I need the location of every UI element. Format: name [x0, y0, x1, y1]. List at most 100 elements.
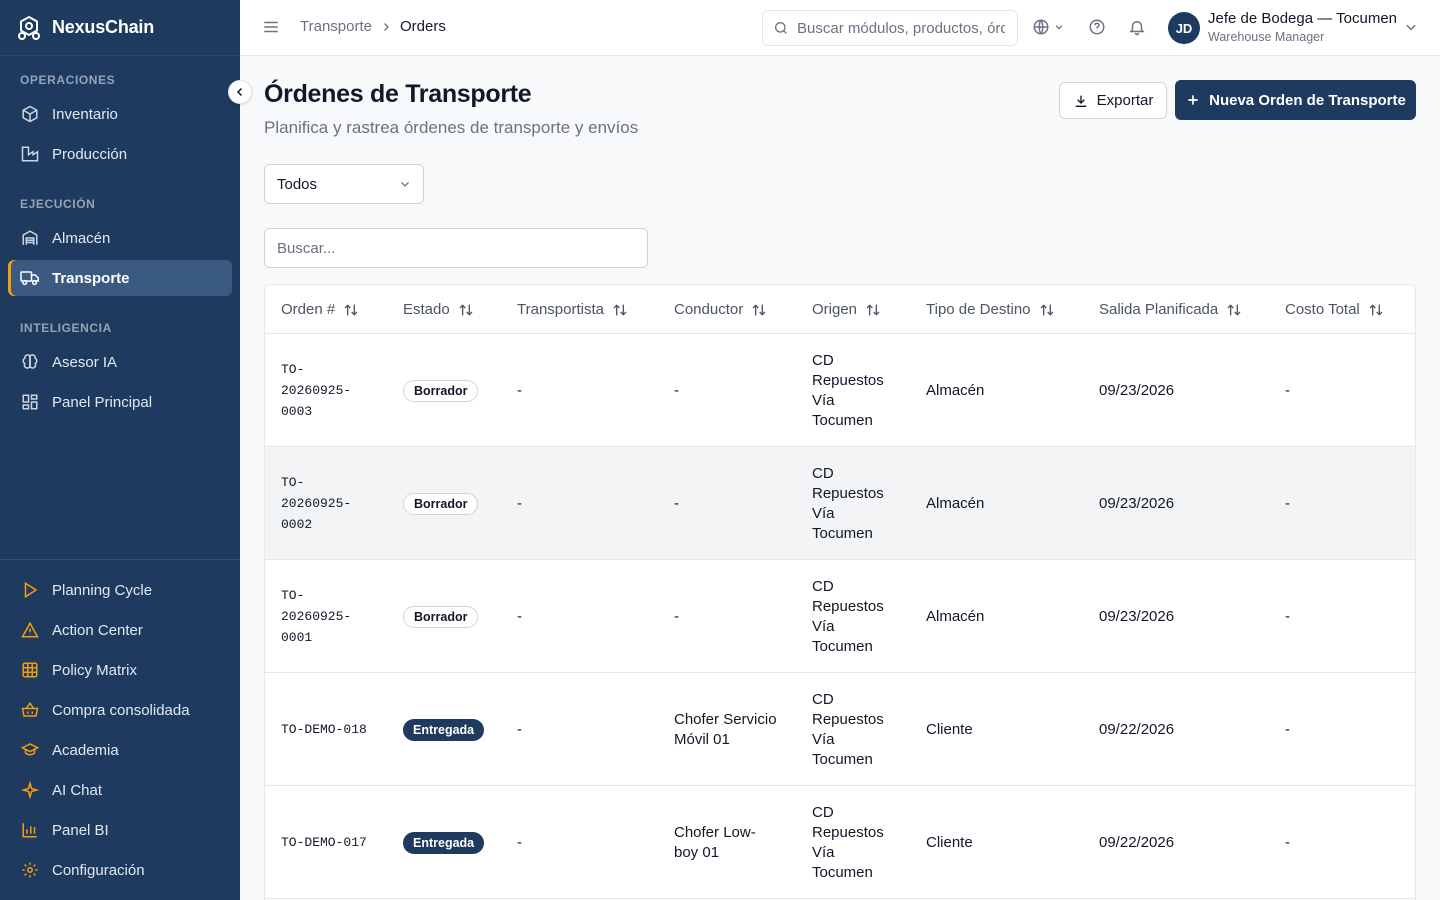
cell-planned-departure: 09/23/2026 — [1099, 494, 1175, 512]
cell-destination-type: Almacén — [926, 494, 985, 512]
cell-driver: Chofer Low-boy 01 — [674, 786, 756, 899]
warning-icon — [20, 620, 40, 640]
sidebar-item-action-center[interactable]: Action Center — [8, 612, 232, 648]
cell-driver: Chofer Servicio Móvil 01 — [674, 673, 777, 786]
sort-icon[interactable] — [458, 302, 474, 318]
cell-line: Tocumen — [812, 524, 873, 542]
sidebar-item-configuracion[interactable]: Configuración — [8, 852, 232, 888]
gear-icon — [20, 860, 40, 880]
status-filter-value: Todos — [277, 175, 318, 193]
chevron-down-icon[interactable] — [1404, 20, 1418, 34]
cell-status: Entregada — [403, 673, 485, 786]
user-menu[interactable]: Jefe de Bodega — Tocumen Warehouse Manag… — [1208, 10, 1397, 44]
sort-icon[interactable] — [751, 302, 767, 318]
avatar[interactable]: JD — [1168, 12, 1200, 44]
column-header-label: Estado — [403, 301, 450, 318]
sidebar-item-panel-principal[interactable]: Panel Principal — [8, 384, 232, 420]
sidebar-item-label: Planning Cycle — [52, 581, 153, 599]
sidebar-item-ai-chat[interactable]: AI Chat — [8, 772, 232, 808]
column-header-departure[interactable]: Salida Planificada — [1099, 285, 1242, 334]
chevron-down-icon — [1054, 22, 1064, 32]
user-name: Jefe de Bodega — Tocumen — [1208, 10, 1398, 27]
cell-total-cost: - — [1285, 607, 1290, 625]
brand[interactable]: NexusChain — [0, 0, 240, 56]
globe-icon — [1032, 18, 1050, 36]
column-header-order[interactable]: Orden # — [281, 285, 359, 334]
sidebar-item-planning-cycle[interactable]: Planning Cycle — [8, 572, 232, 608]
column-header-cost[interactable]: Costo Total — [1285, 285, 1384, 334]
table-row[interactable]: TO-DEMO-018 Entregada - Chofer Servicio Móvi… — [265, 673, 1415, 786]
column-header-dest-type[interactable]: Tipo de Destino — [926, 285, 1055, 334]
column-header-origin[interactable]: Origen — [812, 285, 881, 334]
sidebar-item-produccion[interactable]: Producción — [8, 136, 232, 172]
cell-planned-departure: 09/23/2026 — [1099, 381, 1175, 399]
cell-order-number: TO- 20260925- 0002 — [281, 447, 351, 560]
status-badge: Borrador — [403, 492, 479, 515]
cell-origin: CD Repuestos Vía Tocumen — [812, 334, 884, 447]
column-header-label: Transportista — [517, 301, 604, 318]
sort-icon[interactable] — [343, 302, 359, 318]
sort-icon[interactable] — [1368, 302, 1384, 318]
sidebar-collapse-button[interactable] — [228, 80, 252, 104]
cell-destination-type: Almacén — [926, 607, 985, 625]
cell-line: 20260925- — [281, 496, 352, 511]
sidebar-item-academia[interactable]: Academia — [8, 732, 232, 768]
export-button[interactable]: Exportar — [1059, 82, 1167, 119]
cell-status: Entregada — [403, 786, 485, 899]
menu-icon[interactable] — [262, 18, 282, 38]
breadcrumb: Transporte Orders — [300, 18, 446, 35]
sidebar-item-almacen[interactable]: Almacén — [8, 220, 232, 256]
cell-line: boy 01 — [674, 843, 720, 861]
column-header-driver[interactable]: Conductor — [674, 285, 767, 334]
sort-icon[interactable] — [1039, 302, 1055, 318]
topbar: Transporte Orders JD Jefe de Bodega — To… — [240, 0, 1440, 56]
sidebar-item-compra-consolidada[interactable]: Compra consolidada — [8, 692, 232, 728]
cell-line: 0001 — [281, 630, 313, 645]
cell-line: TO- — [281, 475, 305, 490]
cell-line: Repuestos — [812, 710, 884, 728]
help-icon[interactable] — [1088, 18, 1106, 36]
user-role: Warehouse Manager — [1208, 30, 1325, 44]
sidebar-item-panel-bi[interactable]: Panel BI — [8, 812, 232, 848]
column-header-carrier[interactable]: Transportista — [517, 285, 628, 334]
grid-icon — [20, 660, 40, 680]
cell-line: Vía — [812, 843, 835, 861]
section-label-inteligencia: INTELIGENCIA — [20, 321, 112, 335]
table-search-input[interactable] — [277, 239, 637, 257]
brand-name: NexusChain — [52, 17, 155, 37]
column-header-label: Tipo de Destino — [926, 301, 1031, 318]
sort-icon[interactable] — [1226, 302, 1242, 318]
cell-line: Repuestos — [812, 484, 884, 502]
basket-icon — [20, 700, 40, 720]
sort-icon[interactable] — [612, 302, 628, 318]
table-row[interactable]: TO-DEMO-017 Entregada - Chofer Low-boy 01 CD… — [265, 786, 1415, 899]
status-filter-select[interactable]: Todos — [264, 164, 424, 204]
column-header-label: Salida Planificada — [1099, 301, 1219, 318]
table-search — [264, 228, 648, 268]
table-row[interactable]: TO- 20260925- 0001 Borrador - - CD Repuestos Vía… — [265, 560, 1415, 673]
sidebar-item-policy-matrix[interactable]: Policy Matrix — [8, 652, 232, 688]
bell-icon[interactable] — [1128, 18, 1146, 36]
table-row[interactable]: TO- 20260925- 0002 Borrador - - CD Repuestos Vía… — [265, 447, 1415, 560]
sidebar-item-label: Compra consolidada — [52, 701, 190, 719]
table-row[interactable]: TO- 20260925- 0003 Borrador - - CD Repuestos Vía… — [265, 334, 1415, 447]
breadcrumb-parent[interactable]: Transporte — [300, 18, 372, 35]
sidebar-item-inventario[interactable]: Inventario — [8, 96, 232, 132]
cell-order-number: TO-DEMO-017 — [281, 786, 367, 899]
new-transport-order-button[interactable]: Nueva Orden de Transporte — [1175, 80, 1416, 120]
cell-line: Chofer Low- — [674, 823, 756, 841]
column-header-status[interactable]: Estado — [403, 285, 474, 334]
status-badge: Borrador — [403, 605, 479, 628]
cell-carrier: - — [517, 607, 522, 625]
global-search-input[interactable] — [797, 19, 1005, 37]
sidebar-item-asesor-ia[interactable]: Asesor IA — [8, 344, 232, 380]
cell-line: TO- — [281, 362, 305, 377]
language-selector[interactable] — [1032, 18, 1064, 36]
sort-icon[interactable] — [865, 302, 881, 318]
cell-carrier: - — [517, 833, 522, 851]
cell-destination-type: Almacén — [926, 381, 985, 399]
page-subtitle: Planifica y rastrea órdenes de transport… — [264, 118, 639, 137]
cell-line: 20260925- — [281, 609, 352, 624]
cell-line: CD — [812, 577, 834, 595]
sidebar-item-transporte[interactable]: Transporte — [8, 260, 232, 296]
